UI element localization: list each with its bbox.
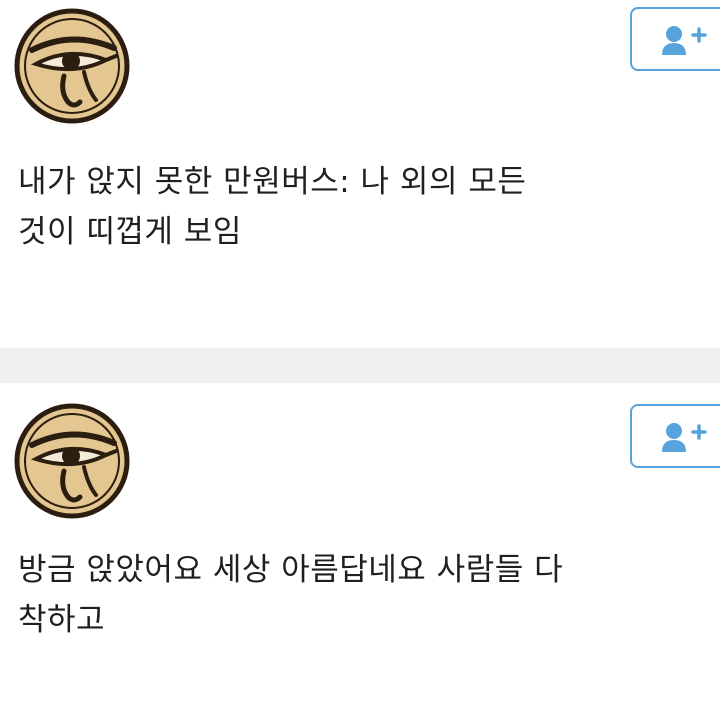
add-user-icon <box>662 423 707 452</box>
post-text-line: 착하고 <box>18 602 106 638</box>
post-card: 내가 앉지 못한 만원버스: 나 외의 모든 것이 띠껍게 보임 <box>0 0 720 348</box>
eye-of-horus-icon[interactable] <box>14 8 130 124</box>
post-text: 내가 앉지 못한 만원버스: 나 외의 모든 것이 띠껍게 보임 <box>18 157 526 257</box>
post-text: 방금 앉았어요 세상 아름답네요 사람들 다 착하고 <box>18 545 563 645</box>
post-text-line: 방금 앉았어요 세상 아름답네요 사람들 다 <box>18 552 564 588</box>
add-user-icon <box>662 26 707 55</box>
post-text-line: 것이 띠껍게 보임 <box>18 214 242 250</box>
follow-button[interactable] <box>630 404 720 468</box>
post-card: 방금 앉았어요 세상 아름답네요 사람들 다 착하고 <box>0 383 720 721</box>
post-divider <box>0 348 720 383</box>
follow-button[interactable] <box>630 7 720 71</box>
eye-of-horus-icon[interactable] <box>14 403 130 519</box>
post-text-line: 내가 앉지 못한 만원버스: 나 외의 모든 <box>18 164 527 200</box>
